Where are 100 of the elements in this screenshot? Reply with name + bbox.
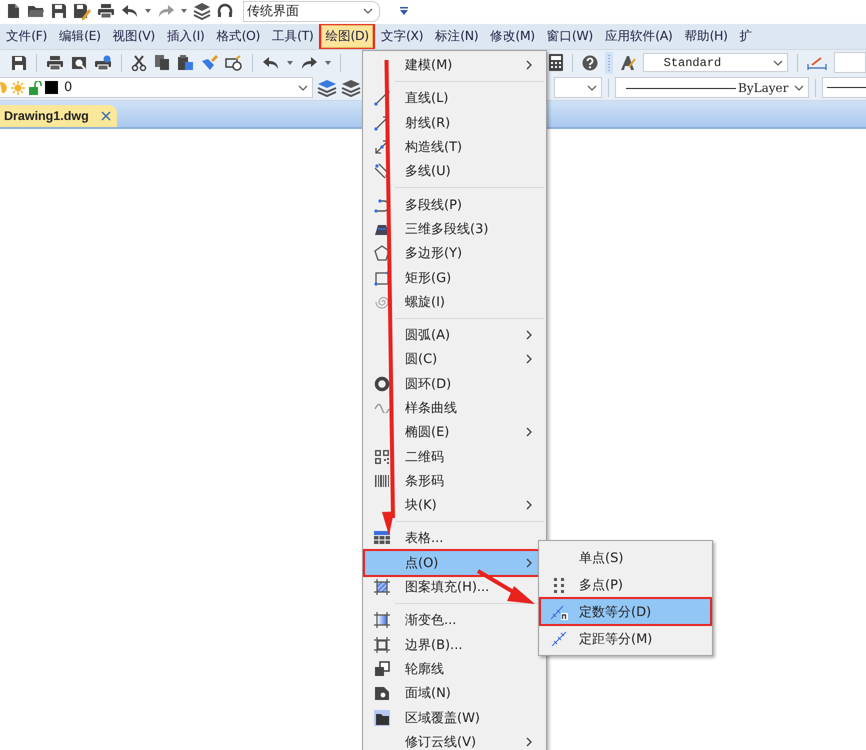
menu-item[interactable]: 二维码 <box>365 444 538 469</box>
caret-icon[interactable] <box>286 60 293 64</box>
menu-item[interactable]: 表格... <box>365 526 538 551</box>
print-preview-icon[interactable] <box>70 54 87 70</box>
menu-item[interactable]: 窗口(W) <box>542 25 597 48</box>
menu-item[interactable]: 格式(O) <box>212 25 264 48</box>
linetype-dropdown[interactable]: ByLayer <box>615 77 809 98</box>
menu-item[interactable]: 点(O) <box>365 550 538 575</box>
chevron-right-icon <box>526 330 532 340</box>
chevron-right-icon <box>526 60 532 70</box>
close-icon[interactable] <box>100 111 111 121</box>
menu-item[interactable]: 工具(T) <box>268 25 318 48</box>
workspace-dropdown[interactable]: 传统界面 <box>243 0 380 22</box>
help-icon[interactable] <box>582 54 598 70</box>
caret-icon[interactable] <box>181 9 187 13</box>
text-style-icon[interactable] <box>620 54 636 70</box>
plot-icon[interactable] <box>94 54 112 70</box>
measure-icon <box>551 630 567 646</box>
printer-icon[interactable] <box>46 54 64 70</box>
menu-item[interactable]: 文件(F) <box>2 25 51 48</box>
text-style-dropdown[interactable]: Standard <box>642 53 788 72</box>
menu-item[interactable]: 应用软件(A) <box>600 25 676 48</box>
menu-item[interactable]: 圆(C) <box>365 347 538 372</box>
menu-item[interactable]: 直线(L) <box>365 86 538 111</box>
document-tab[interactable]: Drawing1.dwg <box>0 105 117 127</box>
menu-item[interactable]: 边界(B)... <box>365 632 538 657</box>
toolbar-grip-icon[interactable] <box>604 52 613 74</box>
dimension-style-icon[interactable] <box>807 56 827 70</box>
menu-item[interactable]: 样条曲线 <box>365 396 538 420</box>
paste-icon[interactable] <box>176 54 194 71</box>
calculator-icon[interactable] <box>548 54 563 71</box>
redo-icon[interactable] <box>300 56 318 70</box>
save-icon[interactable] <box>10 54 27 70</box>
layers-icon[interactable] <box>193 2 211 20</box>
gradient-icon <box>374 612 390 628</box>
caret-icon[interactable] <box>324 60 331 64</box>
menu-item[interactable]: 构造线(T) <box>365 134 538 160</box>
new-file-icon[interactable] <box>5 3 21 19</box>
menu-item[interactable]: 定距等分(M) <box>541 626 710 651</box>
undo-icon[interactable] <box>121 4 139 18</box>
menu-item[interactable]: 插入(I) <box>162 25 208 48</box>
folder-icon[interactable] <box>27 3 45 19</box>
outline-icon <box>374 660 390 677</box>
printer-icon[interactable] <box>97 3 115 19</box>
menu-item[interactable]: 文字(X) <box>376 25 428 48</box>
menu-item[interactable]: 三维多段线(3) <box>365 216 538 242</box>
menu-item[interactable]: 多边形(Y) <box>365 241 538 266</box>
menu-item[interactable]: 块(K) <box>365 493 538 518</box>
region-icon <box>374 685 390 702</box>
chevron-right-icon <box>526 427 532 438</box>
light-bulb-icon <box>0 80 8 94</box>
menu-item[interactable]: 区域覆盖(W) <box>365 705 538 730</box>
menu-item[interactable]: 轮廓线 <box>365 656 538 682</box>
layer-states-icon[interactable] <box>317 78 337 96</box>
menu-item[interactable]: 矩形(G) <box>365 265 538 290</box>
save-icon[interactable] <box>51 3 67 19</box>
menu-item[interactable]: 多线(U) <box>365 159 538 184</box>
undo-icon[interactable] <box>262 56 280 70</box>
menu-item[interactable]: 图案填充(H)... <box>365 574 538 600</box>
menu-item[interactable]: 面域(N) <box>365 681 538 706</box>
layer-dropdown[interactable]: 0 <box>0 77 313 98</box>
menu-item[interactable]: 渐变色... <box>365 608 538 633</box>
chevron-right-icon <box>526 500 532 510</box>
color-dropdown[interactable] <box>554 77 602 98</box>
caret-icon[interactable] <box>145 9 151 13</box>
menu-item[interactable]: 编辑(E) <box>54 25 105 48</box>
polygon-icon <box>374 245 390 262</box>
cut-icon[interactable] <box>130 54 147 70</box>
menu-item[interactable]: 视图(V) <box>108 25 159 48</box>
menu-item[interactable]: 定数等分(D) <box>541 599 710 624</box>
menu-item[interactable]: 条形码 <box>365 468 538 494</box>
menu-item[interactable]: 螺旋(I) <box>365 290 538 314</box>
lineweight-dropdown[interactable] <box>822 77 866 98</box>
menu-item[interactable]: 射线(R) <box>365 110 538 135</box>
menu-item[interactable]: 建模(M) <box>365 53 538 78</box>
menu-item[interactable]: 修改(M) <box>486 25 539 48</box>
menu-item[interactable]: 绘图(D) <box>321 25 373 48</box>
color-swatch-icon <box>45 81 58 94</box>
headset-icon[interactable] <box>217 3 233 19</box>
customize-dropdown-icon[interactable] <box>400 7 408 15</box>
wipeout-icon <box>374 710 390 726</box>
menu-item[interactable]: 圆弧(A) <box>365 322 538 348</box>
brush-icon[interactable] <box>200 54 218 70</box>
menu-item[interactable]: 修订云线(V) <box>365 730 538 750</box>
layers-stack-icon[interactable] <box>341 78 361 96</box>
input-field[interactable] <box>834 52 866 73</box>
layer-name: 0 <box>64 80 72 95</box>
save-as-icon[interactable] <box>73 2 91 20</box>
menu-item[interactable]: 标注(N) <box>431 25 482 48</box>
menu-item[interactable]: 单点(S) <box>541 545 710 570</box>
chevron-right-icon <box>526 558 532 568</box>
menu-item[interactable]: 圆环(D) <box>365 372 538 396</box>
menu-item[interactable]: 扩 <box>736 25 756 48</box>
multiple-points-icon <box>554 576 564 592</box>
match-properties-icon[interactable] <box>224 54 243 70</box>
menu-item[interactable]: 多点(P) <box>541 572 710 597</box>
copy-icon[interactable] <box>154 54 170 71</box>
menu-item[interactable]: 帮助(H) <box>680 25 732 48</box>
menu-item[interactable]: 椭圆(E) <box>365 420 538 444</box>
menu-item[interactable]: 多段线(P) <box>365 192 538 217</box>
